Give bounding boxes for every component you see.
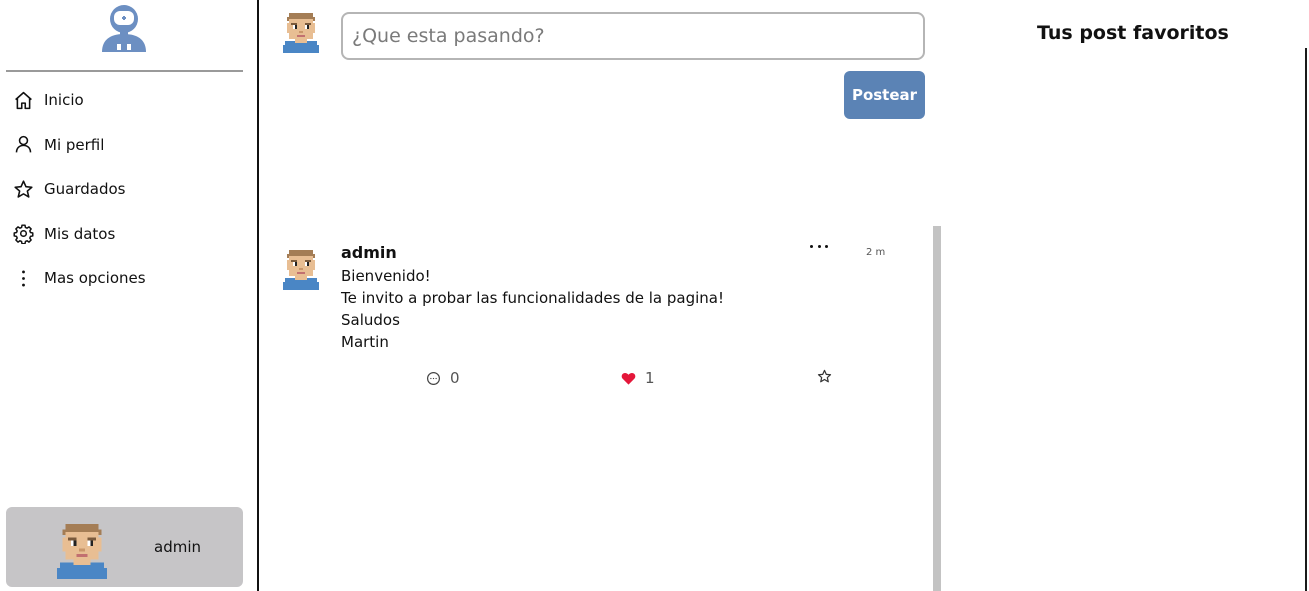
comment-icon [426,371,441,385]
favorite-button[interactable] [817,369,841,384]
star-icon [817,369,832,383]
post-body: Bienvenido! Te invito a probar las funci… [341,267,724,351]
more-options-icon[interactable] [808,236,830,256]
vertical-dots-icon [12,267,34,289]
sidebar-item-label: Mi perfil [44,135,105,154]
like-count: 1 [645,369,655,387]
heart-icon [621,372,636,385]
avatar [57,521,107,579]
sidebar: Inicio Mi perfil Guardados Mis datos Mas… [0,0,259,591]
sidebar-divider [6,70,243,72]
user-icon [12,134,34,156]
post-timestamp: 2 m [866,247,886,258]
right-panel-border [1305,48,1307,591]
feed-scrollbar[interactable] [933,226,941,591]
gear-icon [12,223,34,245]
sidebar-item-label: Guardados [44,180,126,199]
sidebar-item-mi-perfil[interactable]: Mi perfil [0,123,250,168]
post-author[interactable]: admin [341,243,397,262]
user-card[interactable]: admin [6,507,243,587]
avatar[interactable] [283,248,319,290]
sidebar-item-label: Mis datos [44,224,116,243]
star-icon [12,178,34,200]
like-button[interactable]: 1 [621,369,655,387]
sidebar-item-mis-datos[interactable]: Mis datos [0,212,250,257]
user-card-name: admin [154,538,201,556]
sidebar-item-mas-opciones[interactable]: Mas opciones [0,256,250,301]
comment-button[interactable]: 0 [426,369,460,387]
post-input[interactable] [341,12,925,60]
sidebar-item-label: Mas opciones [44,269,146,288]
composer-avatar [283,11,319,53]
home-icon [12,89,34,111]
sidebar-nav: Inicio Mi perfil Guardados Mis datos Mas… [0,78,250,301]
app-root: Inicio Mi perfil Guardados Mis datos Mas… [0,0,1309,591]
favorites-title: Tus post favoritos [1037,22,1229,44]
sidebar-item-label: Inicio [44,91,84,110]
sidebar-item-inicio[interactable]: Inicio [0,78,250,123]
astronaut-icon[interactable] [100,2,148,52]
comment-count: 0 [450,369,460,387]
sidebar-item-guardados[interactable]: Guardados [0,167,250,212]
post-card: admin Bienvenido! Te invito a probar las… [262,226,932,426]
post-button[interactable]: Postear [844,71,925,119]
